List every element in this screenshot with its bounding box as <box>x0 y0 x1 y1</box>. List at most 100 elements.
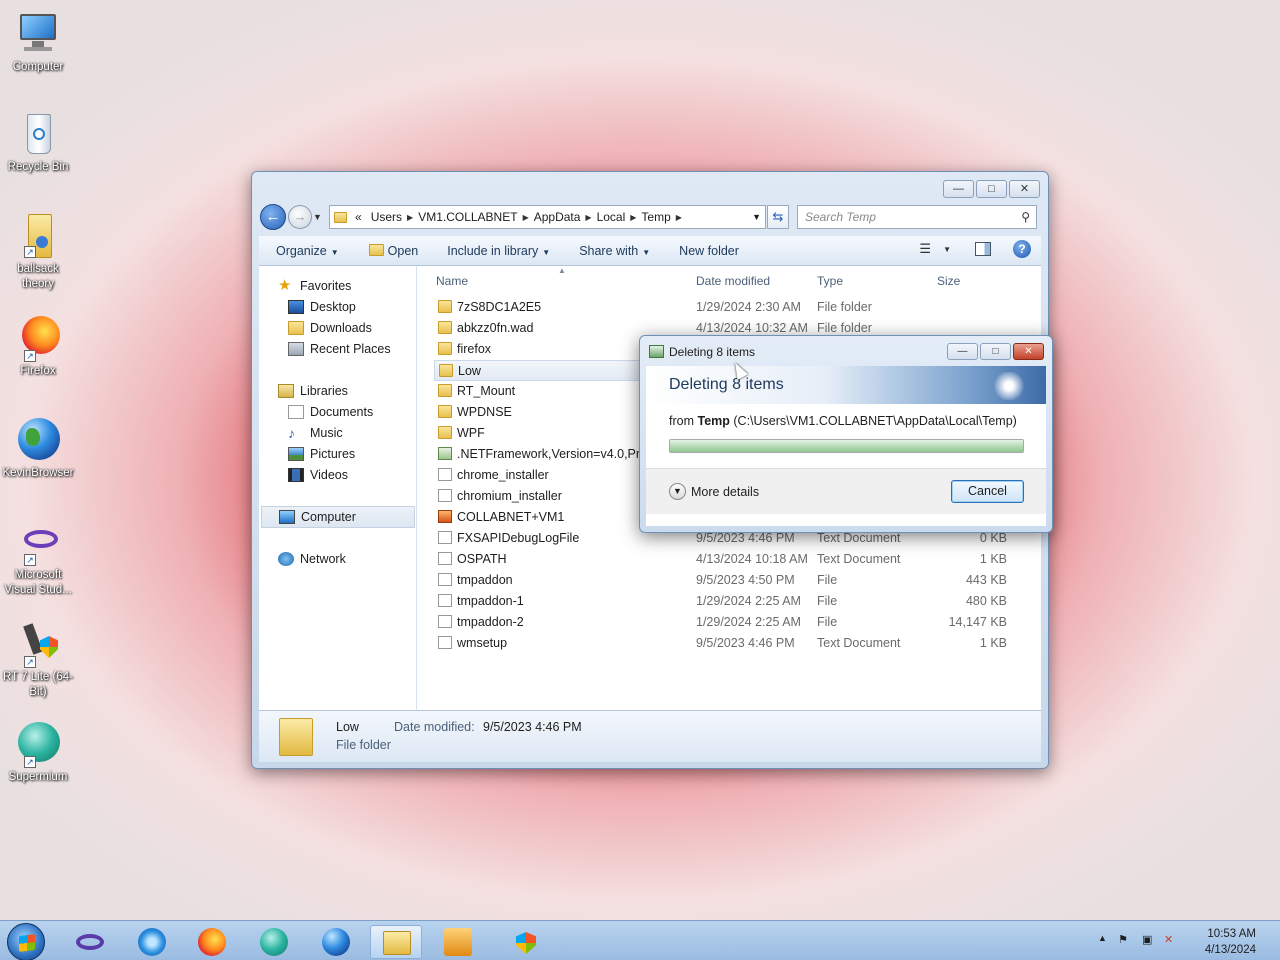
desktop-icon-label: RT 7 Lite (64-Bit) <box>3 671 73 698</box>
folder-icon <box>439 364 453 377</box>
breadcrumb-local[interactable]: Local <box>597 210 626 224</box>
open-button[interactable]: Open <box>368 243 418 258</box>
file-row[interactable]: OSPATH 4/13/2024 10:18 AM Text Document 1 K… <box>434 549 1033 570</box>
file-type: File <box>817 615 838 629</box>
documents-icon <box>288 405 304 419</box>
minimize-button[interactable]: — <box>943 180 974 198</box>
file-row[interactable]: 7zS8DC1A2E5 1/29/2024 2:30 AM File folder <box>434 297 1033 318</box>
taskbar-rt7-lite[interactable] <box>498 925 550 959</box>
file-name: RT_Mount <box>457 384 516 398</box>
globe-icon <box>14 416 62 464</box>
file-type: File <box>817 594 838 608</box>
nav-network[interactable]: Network <box>278 552 346 566</box>
taskbar-kevinbrowser[interactable] <box>310 925 362 959</box>
address-bar[interactable]: « Users ▶ VM1.COLLABNET ▶ AppData ▶ Local ▶ … <box>329 205 766 229</box>
breadcrumb-separator-icon[interactable]: ▶ <box>630 213 636 222</box>
desktop-icon-kevinbrowser[interactable]: KevinBrowser <box>2 416 74 481</box>
music-icon: ♪ <box>288 425 295 441</box>
nav-pictures[interactable]: Pictures <box>288 447 355 461</box>
nav-libraries[interactable]: Libraries <box>278 384 348 398</box>
nav-desktop[interactable]: Desktop <box>288 300 356 314</box>
taskbar-visual-studio[interactable] <box>64 925 116 959</box>
file-row[interactable]: tmpaddon 9/5/2023 4:50 PM File 443 KB <box>434 570 1033 591</box>
nav-documents[interactable]: Documents <box>288 405 373 419</box>
column-header-date-modified[interactable]: Date modified <box>696 274 770 288</box>
file-name: WPF <box>457 426 485 440</box>
breadcrumb-overflow[interactable]: « <box>355 210 362 224</box>
action-center-flag-icon[interactable]: ⚑ <box>1118 933 1128 946</box>
organize-menu[interactable]: Organize ▼ <box>276 244 339 258</box>
address-dropdown-icon[interactable]: ▼ <box>752 212 761 222</box>
system-clock[interactable]: 10:53 AM 4/13/2024 <box>1205 926 1256 958</box>
nav-label: Music <box>310 426 343 440</box>
desktop-icon-ballsack-theory[interactable]: ↗ ballsack theory <box>2 212 74 292</box>
new-folder-button[interactable]: New folder <box>679 244 739 258</box>
file-size: 1 KB <box>979 552 1007 566</box>
file-row[interactable]: wmsetup 9/5/2023 4:46 PM Text Document 1 KB <box>434 633 1033 654</box>
dialog-close-button[interactable]: ✕ <box>1013 343 1044 360</box>
breadcrumb-separator-icon[interactable]: ▶ <box>523 213 529 222</box>
desktop-icon-computer[interactable]: Computer <box>2 10 74 75</box>
breadcrumb-separator-icon[interactable]: ▶ <box>585 213 591 222</box>
search-input[interactable]: Search Temp ⚲ <box>797 205 1037 229</box>
taskbar-media-player[interactable] <box>432 925 484 959</box>
breadcrumb-vm1-collabnet[interactable]: VM1.COLLABNET <box>418 210 517 224</box>
show-hidden-icons-icon[interactable]: ▲ <box>1098 933 1107 943</box>
nav-music[interactable]: ♪ Music <box>288 426 343 440</box>
preview-pane-icon[interactable] <box>975 242 991 256</box>
desktop-icon-rt7-lite[interactable]: ↗ RT 7 Lite (64-Bit) <box>2 620 74 700</box>
close-button[interactable]: ✕ <box>1009 180 1040 198</box>
search-icon[interactable]: ⚲ <box>1021 210 1030 224</box>
cancel-button[interactable]: Cancel <box>951 480 1024 503</box>
refresh-button[interactable]: ⇆ <box>767 205 789 229</box>
column-header-type[interactable]: Type <box>817 274 843 288</box>
nav-recent-places[interactable]: Recent Places <box>288 342 391 356</box>
forward-button[interactable]: → <box>288 205 312 229</box>
back-button[interactable]: ← <box>260 204 286 230</box>
breadcrumb-separator-icon[interactable]: ▶ <box>676 213 682 222</box>
column-header-size[interactable]: Size <box>937 274 960 288</box>
breadcrumb-users[interactable]: Users <box>371 210 402 224</box>
start-button[interactable] <box>7 923 45 960</box>
column-header-name[interactable]: Name <box>436 274 468 288</box>
nav-videos[interactable]: Videos <box>288 468 348 482</box>
change-view-icon[interactable]: ☰ <box>919 241 931 257</box>
taskbar-supermium[interactable] <box>248 925 300 959</box>
star-icon: ★ <box>278 277 292 294</box>
nav-computer[interactable]: Computer <box>261 506 415 528</box>
desktop-icon-recycle-bin[interactable]: Recycle Bin <box>2 110 74 175</box>
desktop-icon-visual-studio[interactable]: ↗ Microsoft Visual Stud... <box>2 518 74 598</box>
network-icon[interactable]: ▣ <box>1142 933 1152 946</box>
delete-progress-dialog: Deleting 8 items — □ ✕ Deleting 8 items … <box>639 335 1053 533</box>
dialog-maximize-button[interactable]: □ <box>980 343 1011 360</box>
file-name: Low <box>458 364 481 378</box>
taskbar-windows-explorer[interactable] <box>370 925 422 959</box>
from-prefix: from <box>669 414 694 428</box>
file-row[interactable]: tmpaddon-1 1/29/2024 2:25 AM File 480 KB <box>434 591 1033 612</box>
breadcrumb-appdata[interactable]: AppData <box>534 210 581 224</box>
maximize-button[interactable]: □ <box>976 180 1007 198</box>
desktop-icon-firefox[interactable]: ↗ Firefox <box>2 314 74 379</box>
dialog-minimize-button[interactable]: — <box>947 343 978 360</box>
nav-downloads[interactable]: Downloads <box>288 321 372 335</box>
help-icon[interactable]: ? <box>1013 240 1031 258</box>
nav-label: Documents <box>310 405 374 419</box>
include-in-library-menu[interactable]: Include in library ▼ <box>447 244 550 258</box>
file-row[interactable]: tmpaddon-2 1/29/2024 2:25 AM File 14,147 KB <box>434 612 1033 633</box>
view-dropdown-icon[interactable]: ▼ <box>943 245 951 254</box>
file-icon <box>438 636 452 649</box>
desktop-icon-label: Supermium <box>8 771 68 783</box>
breadcrumb-temp[interactable]: Temp <box>641 210 670 224</box>
taskbar-firefox[interactable] <box>186 925 238 959</box>
pictures-icon <box>288 447 304 461</box>
recent-pages-dropdown[interactable]: ▼ <box>313 212 325 222</box>
nav-favorites[interactable]: ★ Favorites <box>278 277 351 294</box>
breadcrumb-separator-icon[interactable]: ▶ <box>407 213 413 222</box>
desktop-icon-supermium[interactable]: ↗ Supermium <box>2 720 74 785</box>
share-with-menu[interactable]: Share with ▼ <box>579 244 650 258</box>
file-name: wmsetup <box>457 636 508 650</box>
volume-muted-icon[interactable]: ✕ <box>1164 933 1173 946</box>
progress-bar-fill <box>670 440 1023 452</box>
more-details-button[interactable]: ▼ More details <box>669 483 759 500</box>
taskbar-internet-explorer[interactable] <box>126 925 178 959</box>
